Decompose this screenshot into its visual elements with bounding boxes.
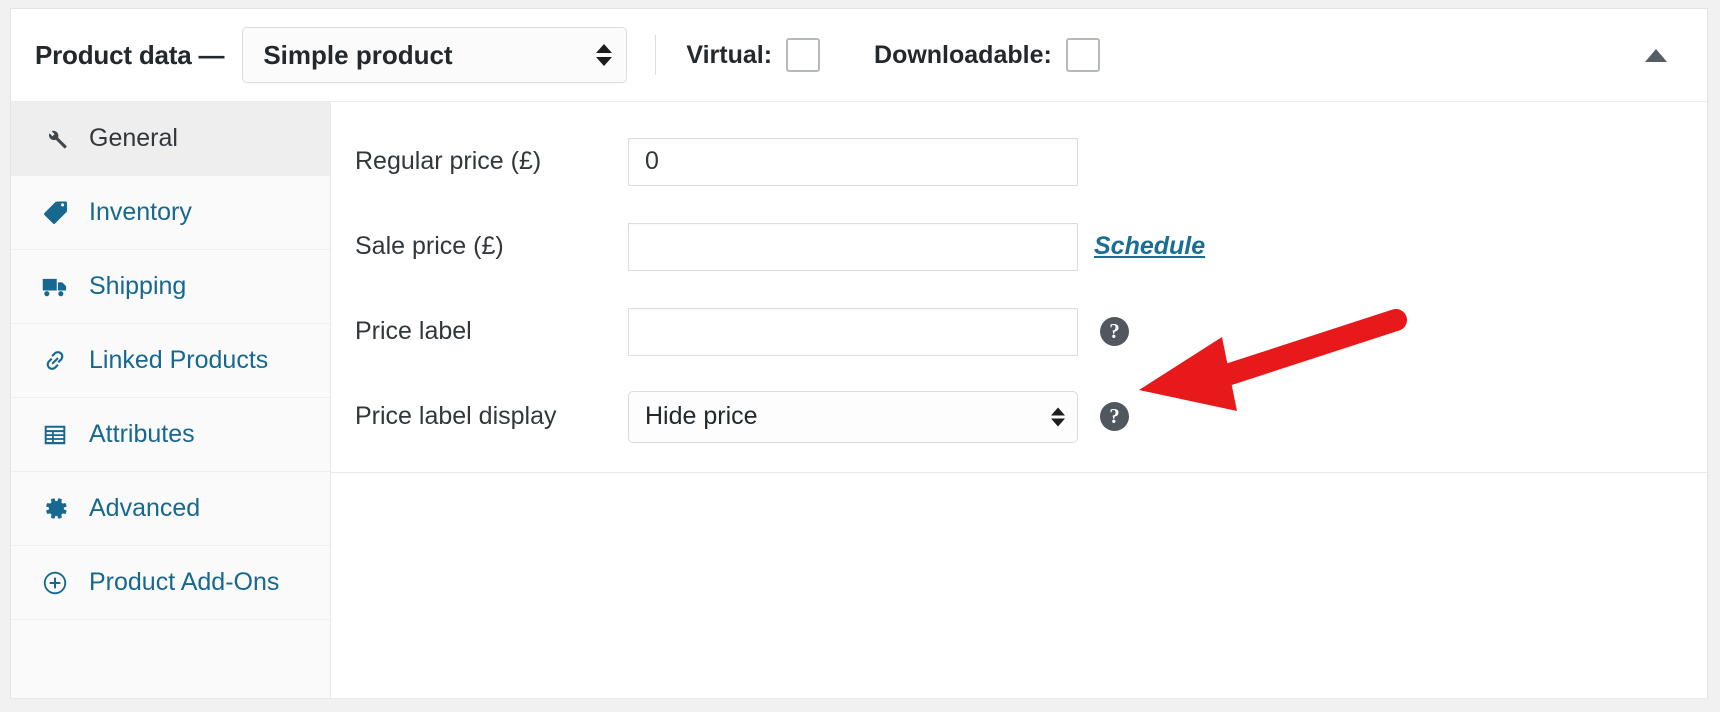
product-type-select[interactable]: Simple product bbox=[242, 27, 628, 83]
link-icon bbox=[39, 345, 71, 377]
wrench-icon bbox=[39, 123, 71, 155]
sale-price-input[interactable] bbox=[628, 222, 1078, 271]
product-data-header: Product data — Simple product Virtual: D… bbox=[11, 9, 1707, 102]
product-type-selected-value: Simple product bbox=[263, 39, 453, 70]
truck-icon bbox=[39, 271, 71, 303]
fields-divider bbox=[331, 472, 1707, 473]
product-data-metabox: Product data — Simple product Virtual: D… bbox=[10, 8, 1708, 698]
sidebar-item-general[interactable]: General bbox=[11, 102, 330, 176]
window-list-icon bbox=[39, 419, 71, 451]
regular-price-row: Regular price (£) 0 bbox=[331, 119, 1707, 204]
sidebar-item-attributes[interactable]: Attributes bbox=[11, 398, 330, 472]
sidebar-item-label: Shipping bbox=[89, 272, 187, 300]
sidebar-item-linked-products[interactable]: Linked Products bbox=[11, 324, 330, 398]
sidebar-item-label: Attributes bbox=[89, 420, 195, 448]
virtual-label: Virtual: bbox=[686, 40, 773, 69]
product-data-tabs: General Inventory Shipping Linked Produc… bbox=[11, 102, 331, 698]
general-field-rows: Regular price (£) 0 Sale price (£) Sched… bbox=[331, 119, 1707, 459]
sidebar-item-advanced[interactable]: Advanced bbox=[11, 472, 330, 546]
help-icon[interactable]: ? bbox=[1100, 402, 1129, 431]
sidebar-item-label: Inventory bbox=[89, 198, 192, 226]
regular-price-label: Regular price (£) bbox=[355, 147, 542, 175]
sale-price-label: Sale price (£) bbox=[355, 232, 504, 260]
sidebar-item-product-add-ons[interactable]: Product Add-Ons bbox=[11, 546, 330, 620]
page-title: Product data — bbox=[35, 39, 225, 70]
plus-circle-icon bbox=[39, 567, 71, 599]
sidebar-item-label: Product Add-Ons bbox=[89, 568, 280, 596]
downloadable-label: Downloadable: bbox=[874, 40, 1052, 69]
product-data-body: General Inventory Shipping Linked Produc… bbox=[11, 102, 1707, 698]
virtual-checkbox-group: Virtual: bbox=[686, 38, 821, 72]
price-label-display-value: Hide price bbox=[645, 402, 758, 430]
sidebar-item-label: General bbox=[89, 124, 178, 152]
price-label-display-label: Price label display bbox=[355, 402, 557, 430]
header-divider bbox=[655, 35, 657, 75]
tag-icon bbox=[39, 197, 71, 229]
virtual-checkbox[interactable] bbox=[786, 38, 821, 72]
schedule-link[interactable]: Schedule bbox=[1094, 232, 1205, 261]
sidebar-item-shipping[interactable]: Shipping bbox=[11, 250, 330, 324]
sidebar-item-label: Advanced bbox=[89, 494, 201, 522]
price-label-input[interactable] bbox=[628, 307, 1078, 356]
general-tab-panel: Regular price (£) 0 Sale price (£) Sched… bbox=[331, 102, 1707, 698]
sidebar-item-inventory[interactable]: Inventory bbox=[11, 176, 330, 250]
gear-icon bbox=[39, 493, 71, 525]
price-label-display-row: Price label display Hide price ? bbox=[331, 374, 1707, 459]
downloadable-checkbox[interactable] bbox=[1065, 38, 1100, 72]
chevron-updown-icon bbox=[1051, 407, 1065, 426]
price-label-label: Price label bbox=[355, 317, 472, 345]
sidebar-item-label: Linked Products bbox=[89, 346, 269, 374]
regular-price-input[interactable]: 0 bbox=[628, 137, 1078, 186]
price-label-row: Price label ? bbox=[331, 289, 1707, 374]
help-icon[interactable]: ? bbox=[1100, 317, 1129, 346]
downloadable-checkbox-group: Downloadable: bbox=[874, 38, 1100, 72]
chevron-updown-icon bbox=[596, 44, 613, 66]
sale-price-row: Sale price (£) Schedule bbox=[331, 204, 1707, 289]
triangle-up-icon[interactable] bbox=[1641, 40, 1671, 70]
price-label-display-select[interactable]: Hide price bbox=[628, 390, 1078, 443]
